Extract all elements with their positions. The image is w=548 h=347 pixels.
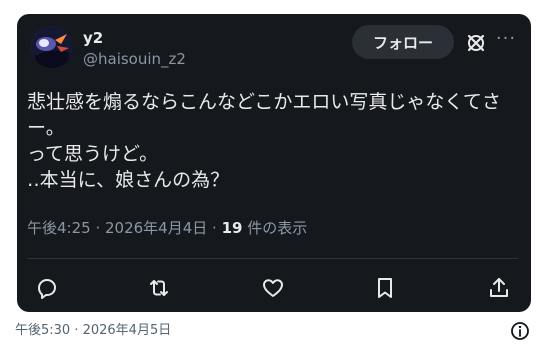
- more-options-icon[interactable]: ···: [495, 29, 517, 51]
- user-handle[interactable]: @haisouin_z2: [83, 50, 186, 68]
- tweet-timestamp[interactable]: 午後4:25 · 2026年4月4日 ·: [27, 219, 222, 237]
- reply-icon[interactable]: [35, 276, 59, 300]
- action-bar: [17, 276, 531, 300]
- views-count: 19: [221, 219, 243, 237]
- display-name[interactable]: y2: [83, 29, 103, 47]
- info-icon[interactable]: [510, 321, 530, 341]
- bookmark-icon[interactable]: [373, 276, 397, 300]
- embedded-tweet-page: y2 @haisouin_z2 フォロー ··· 悲壮感を煽るならこんなどこかエ…: [0, 0, 548, 347]
- tweet-meta[interactable]: 午後4:25 · 2026年4月4日 · 19 件の表示: [27, 218, 307, 238]
- follow-button[interactable]: フォロー: [352, 25, 454, 59]
- share-icon[interactable]: [487, 276, 511, 300]
- avatar[interactable]: [31, 26, 73, 68]
- tweet-text: 悲壮感を煽るならこんなどこかエロい写真じゃなくてさー。 って思うけど。 ‥本当に…: [27, 91, 501, 191]
- tweet-card[interactable]: y2 @haisouin_z2 フォロー ··· 悲壮感を煽るならこんなどこかエ…: [17, 14, 531, 312]
- like-icon[interactable]: [261, 276, 285, 300]
- retweet-icon[interactable]: [147, 276, 171, 300]
- x-logo-icon[interactable]: [466, 33, 486, 53]
- divider: [27, 258, 518, 259]
- views-suffix: 件の表示: [242, 219, 308, 237]
- footer-timestamp: 午後5:30 · 2026年4月5日: [15, 323, 172, 338]
